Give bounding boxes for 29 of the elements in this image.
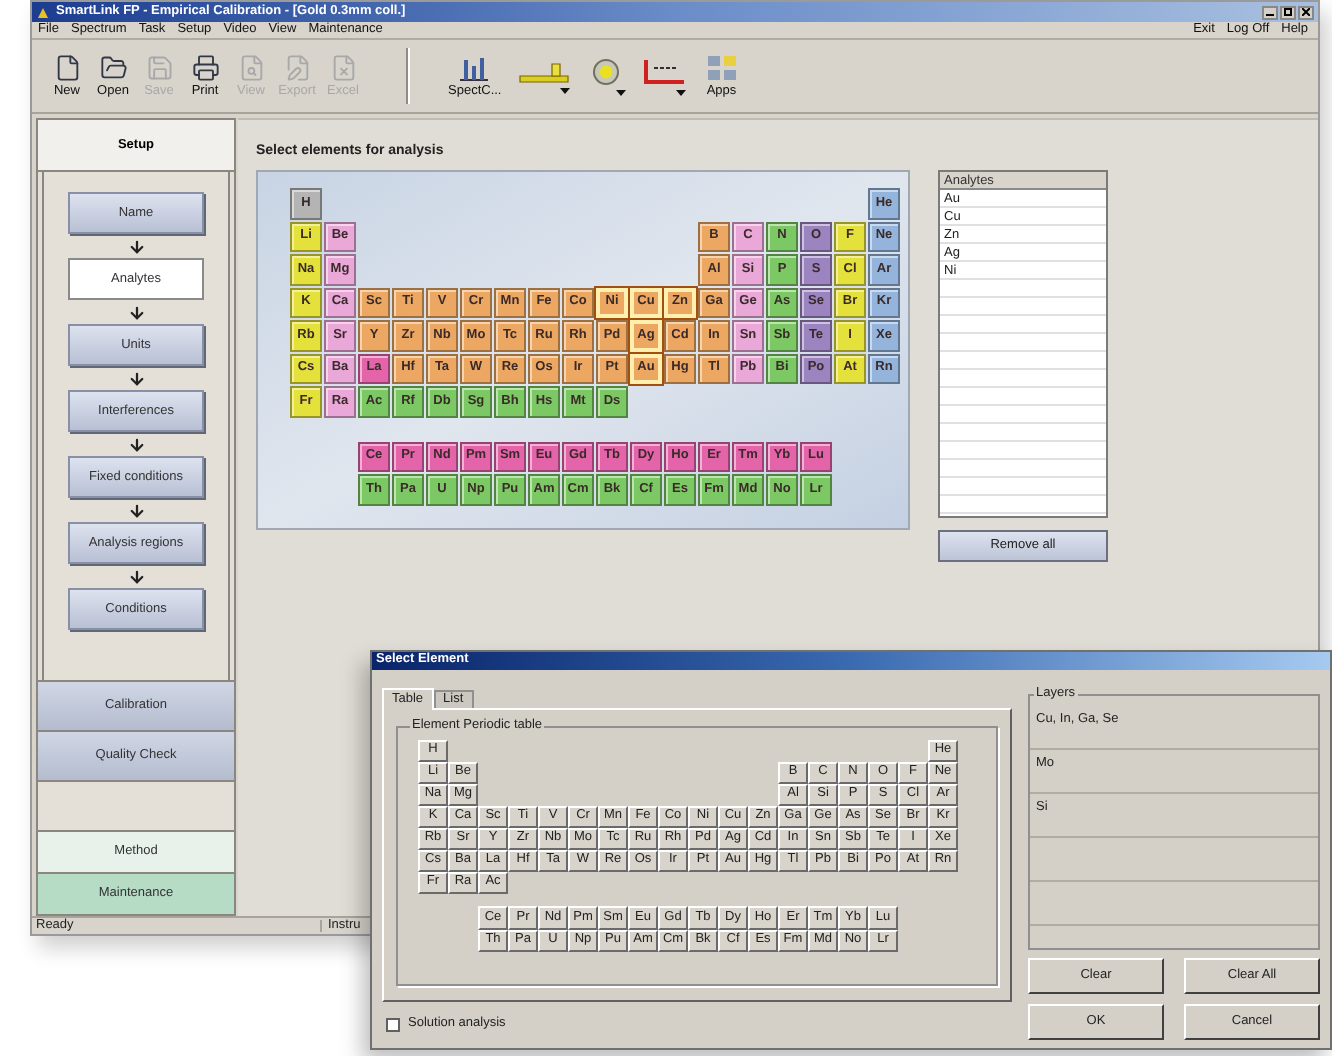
caret-icon <box>615 89 626 95</box>
minimize-icon <box>1266 8 1274 16</box>
document-cross-icon <box>329 53 357 82</box>
document-icon <box>53 53 81 82</box>
maximize-button[interactable] <box>1280 5 1296 19</box>
close-button[interactable] <box>1298 5 1314 19</box>
printer-icon <box>191 53 219 82</box>
checkbox[interactable] <box>386 1018 400 1032</box>
axes-chart-icon <box>641 57 686 85</box>
document-pen-icon <box>283 53 311 82</box>
toolbar-button[interactable] <box>641 57 686 95</box>
bar-chart-icon <box>458 53 491 82</box>
down-arrow-icon <box>127 303 145 321</box>
folder-icon <box>99 53 127 82</box>
maximize-icon <box>1284 8 1292 16</box>
down-arrow-icon <box>127 567 145 585</box>
close-icon <box>1302 8 1310 16</box>
apps-grid-icon <box>705 53 738 82</box>
disc-icon <box>591 57 620 85</box>
caret-icon <box>559 87 570 93</box>
ruler-icon <box>517 59 570 83</box>
document-magnifier-icon <box>237 53 265 82</box>
down-arrow-icon <box>127 369 145 387</box>
down-arrow-icon <box>127 237 145 255</box>
caret-icon <box>675 89 686 95</box>
app-icon <box>36 5 50 19</box>
minimize-button[interactable] <box>1262 5 1278 19</box>
down-arrow-icon <box>127 501 145 519</box>
down-arrow-icon <box>127 435 145 453</box>
